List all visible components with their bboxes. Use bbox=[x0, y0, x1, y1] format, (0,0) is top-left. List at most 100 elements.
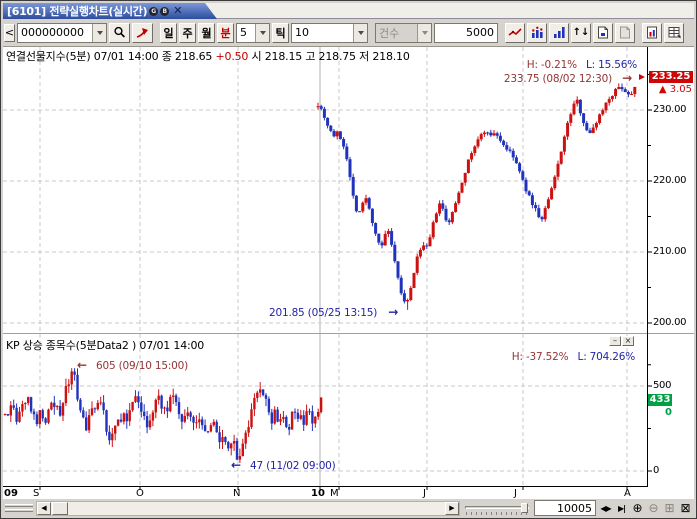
period-tick-button[interactable]: 틱 bbox=[272, 23, 289, 43]
sort-updown-button[interactable]: ↑↓ bbox=[571, 23, 591, 43]
bar-chart-button[interactable] bbox=[549, 23, 569, 43]
lower-high-low-pct: H: -37.52% L: 704.26% bbox=[506, 351, 635, 363]
upper-header-right: 시 218.15 고 218.75 저 218.10 bbox=[252, 50, 410, 63]
current-value-change: 0 bbox=[648, 407, 672, 418]
count-input[interactable] bbox=[434, 23, 498, 43]
document-disabled-icon bbox=[619, 26, 631, 39]
y-axis-tick-label: 200.00 bbox=[653, 317, 686, 328]
left-arrow-icon: ← bbox=[231, 458, 241, 472]
tick-interval-value: 10 bbox=[292, 26, 353, 39]
slider-thumb[interactable] bbox=[521, 503, 528, 513]
chart-area: 연결선물지수(5분) 07/01 14:00 종 218.65 +0.50 시 … bbox=[3, 46, 694, 498]
zoom-out-icon[interactable]: ⊖ bbox=[647, 501, 660, 516]
x-axis-label: O bbox=[136, 488, 144, 498]
chart-signals-button[interactable] bbox=[527, 23, 547, 43]
upper-h-pct: H: -0.21% bbox=[527, 59, 577, 71]
x-axis-label: N bbox=[233, 488, 240, 498]
chevron-down-icon bbox=[417, 24, 431, 42]
y-axis-tick-label: 210.00 bbox=[653, 246, 686, 257]
chevron-down-icon[interactable] bbox=[353, 24, 367, 42]
time-scrollbar[interactable]: ◀ ▶ bbox=[36, 501, 460, 516]
slider-groove bbox=[465, 506, 529, 509]
close-icon[interactable]: ✕ bbox=[173, 4, 182, 18]
close-panel-icon[interactable]: ⊠ bbox=[679, 501, 692, 516]
pane-minimize-button[interactable]: – bbox=[609, 336, 621, 346]
window-tab[interactable]: [6101] 전략실행차트(실시간) G B ✕ bbox=[3, 3, 217, 19]
period-week-button[interactable]: 주 bbox=[179, 23, 196, 43]
step-arrows-icon[interactable]: ◀▶ bbox=[599, 501, 612, 516]
upper-low-annotation: 201.85 (05/25 13:15) → bbox=[269, 305, 398, 319]
pane-close-button[interactable]: × bbox=[622, 336, 634, 346]
chevron-down-icon[interactable] bbox=[92, 24, 106, 42]
symbol-value: 000000000 bbox=[18, 26, 92, 39]
chart-link-icon[interactable]: G bbox=[149, 7, 158, 16]
y-axis-tick-label: 220.00 bbox=[653, 175, 686, 186]
grid-toggle-icon[interactable]: ⊞ bbox=[663, 501, 676, 516]
upper-header-change: +0.50 bbox=[216, 50, 249, 63]
x-axis-label: A bbox=[624, 488, 631, 498]
bottom-bar: ◀ ▶ ◀▶ ▶| ⊕ ⊖ ⊞ ⊠ bbox=[3, 498, 694, 517]
symbol-combo[interactable]: 000000000 bbox=[17, 23, 107, 43]
grid-icon bbox=[668, 26, 681, 39]
lower-h-pct: H: -37.52% bbox=[512, 351, 569, 363]
lower-low-text: 47 (11/02 09:00) bbox=[250, 460, 336, 472]
upper-high-low-pct: H: -0.21% L: 15.56% bbox=[521, 59, 637, 71]
y-axis-line bbox=[647, 47, 648, 486]
scrollbar-thumb[interactable] bbox=[52, 502, 68, 515]
right-arrow-icon: → bbox=[622, 71, 632, 85]
lower-high-annotation: ← 605 (09/10 15:00) bbox=[77, 358, 188, 372]
new-page-button[interactable] bbox=[593, 23, 613, 43]
collapse-left-button[interactable]: < bbox=[4, 24, 15, 42]
search-icon bbox=[113, 26, 126, 39]
slider-ticks bbox=[466, 512, 528, 515]
upper-plot[interactable] bbox=[3, 47, 694, 333]
upper-high-annotation: 233.75 (08/02 12:30) → bbox=[504, 71, 632, 85]
x-axis-label: M bbox=[330, 488, 339, 498]
tick-interval-combo[interactable]: 10 bbox=[291, 23, 368, 43]
current-value-badge: 433 bbox=[648, 394, 672, 406]
chevron-down-icon[interactable] bbox=[255, 24, 269, 42]
zoom-in-icon[interactable]: ⊕ bbox=[631, 501, 644, 516]
y-axis-tick-label: 230.00 bbox=[653, 104, 686, 115]
x-axis-label: 10 bbox=[311, 488, 325, 498]
app-window: [6101] 전략실행차트(실시간) G B ✕ < 000000000 일 주 bbox=[0, 0, 697, 519]
scroll-right-button[interactable]: ▶ bbox=[445, 502, 459, 515]
toolbar: < 000000000 일 주 월 분 5 틱 10 bbox=[3, 19, 694, 46]
x-axis-labels: 09SON10MJJA bbox=[3, 487, 694, 498]
grid-view-button[interactable] bbox=[664, 23, 684, 43]
period-month-button[interactable]: 월 bbox=[198, 23, 215, 43]
title-bar: [6101] 전략실행차트(실시간) G B ✕ bbox=[3, 3, 694, 19]
report-chart-button[interactable] bbox=[642, 23, 662, 43]
lower-high-text: 605 (09/10 15:00) bbox=[96, 360, 188, 372]
window-title: [6101] 전략실행차트(실시간) bbox=[7, 3, 147, 19]
lower-l-pct: L: 704.26% bbox=[578, 351, 635, 363]
current-price-badge: 233.25 bbox=[649, 71, 693, 83]
y-axis-tick-label: 0 bbox=[653, 465, 659, 476]
pointer-select-button[interactable] bbox=[132, 23, 153, 43]
search-button[interactable] bbox=[109, 23, 130, 43]
x-axis-label: S bbox=[33, 488, 39, 498]
scrollbar-track[interactable] bbox=[68, 502, 445, 515]
upper-pane-header: 연결선물지수(5분) 07/01 14:00 종 218.65 +0.50 시 … bbox=[6, 48, 410, 64]
period-day-button[interactable]: 일 bbox=[160, 23, 177, 43]
upper-low-text: 201.85 (05/25 13:15) bbox=[269, 307, 377, 319]
drag-grip[interactable] bbox=[5, 504, 33, 512]
scroll-left-button[interactable]: ◀ bbox=[37, 502, 51, 515]
bar-count-input[interactable] bbox=[534, 500, 596, 516]
lower-pane-controls: – × bbox=[609, 336, 634, 346]
pane-divider[interactable] bbox=[3, 333, 694, 334]
x-axis-label: J bbox=[423, 488, 426, 498]
left-arrow-icon: ← bbox=[77, 358, 87, 372]
copy-page-button-disabled bbox=[615, 23, 635, 43]
current-price-marker-icon bbox=[639, 74, 645, 80]
minute-interval-combo[interactable]: 5 bbox=[236, 23, 270, 43]
upper-header-left: 연결선물지수(5분) 07/01 14:00 종 218.65 bbox=[6, 50, 212, 63]
go-to-end-icon[interactable]: ▶| bbox=[615, 501, 628, 516]
period-minute-button[interactable]: 분 bbox=[217, 23, 234, 43]
lower-pane-header: KP 상승 종목수(5분Data2 ) 07/01 14:00 bbox=[6, 337, 204, 353]
chart-group-icon[interactable]: B bbox=[160, 7, 169, 16]
trendline-button[interactable] bbox=[505, 23, 525, 43]
zoom-slider[interactable] bbox=[463, 501, 531, 516]
document-chart-icon bbox=[646, 26, 658, 39]
lower-low-annotation: ← 47 (11/02 09:00) bbox=[231, 458, 336, 472]
